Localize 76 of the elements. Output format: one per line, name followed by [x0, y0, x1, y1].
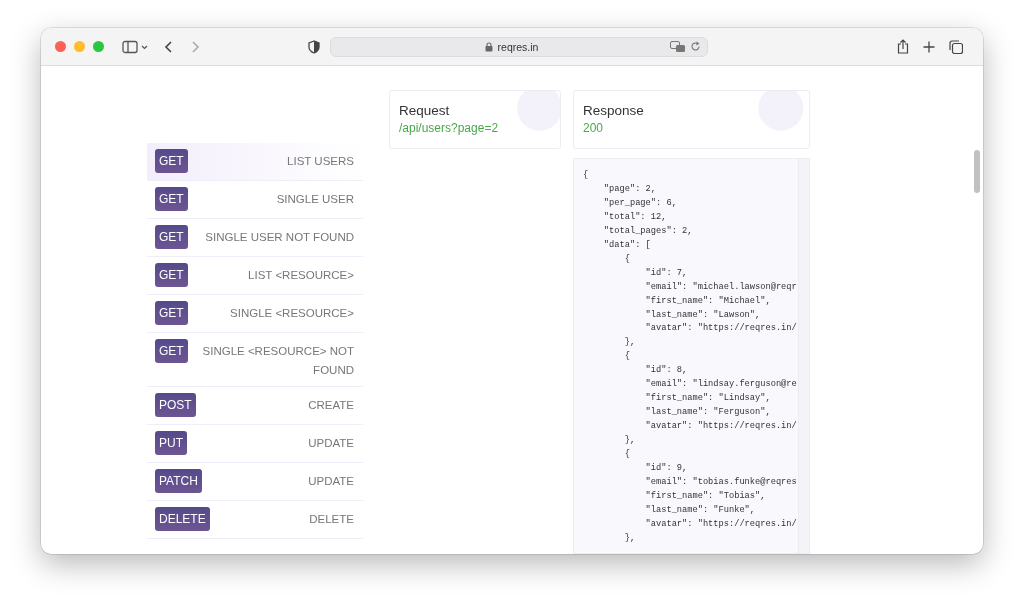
url-text: reqres.in [497, 40, 539, 53]
code-line: { [623, 448, 631, 462]
share-icon[interactable] [897, 39, 909, 54]
code-line: "email": "lindsay.ferguson@re [644, 378, 798, 392]
request-path: /api/users?page=2 [399, 121, 500, 135]
method-badge: GET [155, 149, 188, 173]
method-badge: GET [155, 187, 188, 211]
endpoint-label: UPDATE [308, 474, 354, 489]
code-line: }, [623, 434, 637, 448]
code-line: "total": 12, [602, 210, 668, 224]
method-badge: GET [155, 263, 188, 287]
method-badge: POST [155, 393, 196, 417]
method-badge: DELETE [155, 507, 210, 531]
status-code: 200 [583, 121, 605, 135]
back-icon[interactable] [164, 39, 174, 54]
code-line: "last_name": "Ferguson", [644, 406, 772, 420]
endpoint-item[interactable]: GET SINGLE <RESOURCE> NOT FOUND [147, 333, 363, 387]
endpoint-item[interactable]: PATCH UPDATE [147, 463, 363, 501]
endpoint-label: CREATE [308, 398, 354, 413]
code-line: { [623, 252, 631, 266]
code-line: "last_name": "Lawson", [644, 308, 762, 322]
address-bar[interactable]: reqres.in [330, 36, 708, 57]
forward-icon[interactable] [190, 39, 200, 54]
endpoint-label: LIST USERS [287, 154, 354, 169]
code-line: { [623, 350, 631, 364]
translate-icon[interactable] [670, 40, 686, 53]
endpoint-label: SINGLE USER NOT FOUND [205, 230, 354, 245]
code-line: "id": 8, [644, 364, 689, 378]
code-line: "avatar": "https://reqres.in/ [644, 322, 798, 336]
code-line: "first_name": "Lindsay", [644, 392, 772, 406]
code-line: "email": "tobias.funke@reqres [644, 475, 798, 489]
method-badge: PATCH [155, 469, 202, 493]
endpoint-label: UPDATE [308, 436, 354, 451]
method-badge: PUT [155, 431, 187, 455]
code-line: "first_name": "Tobias", [644, 489, 767, 503]
method-badge: GET [155, 339, 188, 363]
method-badge: GET [155, 301, 188, 325]
method-badge: GET [155, 225, 188, 249]
endpoint-label: SINGLE <RESOURCE> [230, 306, 354, 321]
shield-icon[interactable] [308, 39, 320, 54]
card-title: Request [399, 103, 451, 118]
endpoint-label: DELETE [309, 512, 354, 527]
plus-icon[interactable] [923, 40, 935, 53]
sidebar-icon[interactable] [122, 39, 148, 54]
card-title: Response [583, 103, 645, 118]
endpoint-item[interactable]: DELETE DELETE [147, 501, 363, 539]
code-line: }, [623, 531, 637, 545]
endpoint-item[interactable]: POST CREATE [147, 387, 363, 425]
tabs-icon[interactable] [949, 39, 963, 54]
code-line: "first_name": "Michael", [644, 294, 772, 308]
code-line: "total_pages": 2, [602, 224, 694, 238]
endpoint-item[interactable]: GET SINGLE <RESOURCE> [147, 295, 363, 333]
close-icon[interactable] [55, 41, 66, 52]
code-line: "id": 9, [644, 462, 689, 475]
code-line: "data": [ [602, 238, 652, 252]
code-line: "id": 7, [644, 266, 689, 280]
endpoint-item[interactable]: GET LIST <RESOURCE> [147, 257, 363, 295]
code-line: "per_page": 6, [602, 196, 678, 210]
endpoint-label: SINGLE <RESOURCE> NOT FOUND [201, 344, 354, 378]
code-line: "email": "michael.lawson@reqr [644, 280, 798, 294]
endpoint-label: SINGLE USER [276, 192, 354, 207]
reload-icon[interactable] [690, 41, 701, 52]
code-line: "avatar": "https://reqres.in/ [644, 420, 798, 434]
endpoint-item[interactable]: GET SINGLE USER [147, 181, 363, 219]
endpoint-item[interactable]: GET SINGLE USER NOT FOUND [147, 219, 363, 257]
scrollbar-thumb[interactable] [974, 150, 980, 193]
endpoint-label: LIST <RESOURCE> [248, 268, 354, 283]
zoom-icon[interactable] [93, 41, 104, 52]
endpoint-item[interactable]: PUT UPDATE [147, 425, 363, 463]
lock-icon [484, 41, 493, 52]
code-line: }, [623, 336, 637, 350]
code-line: "page": 2, [602, 182, 657, 196]
code-line: "avatar": "https://reqres.in/ [644, 517, 798, 531]
endpoint-item[interactable]: GET LIST USERS [147, 143, 363, 181]
code-line: { [583, 169, 590, 182]
code-line: "last_name": "Funke", [644, 503, 757, 517]
